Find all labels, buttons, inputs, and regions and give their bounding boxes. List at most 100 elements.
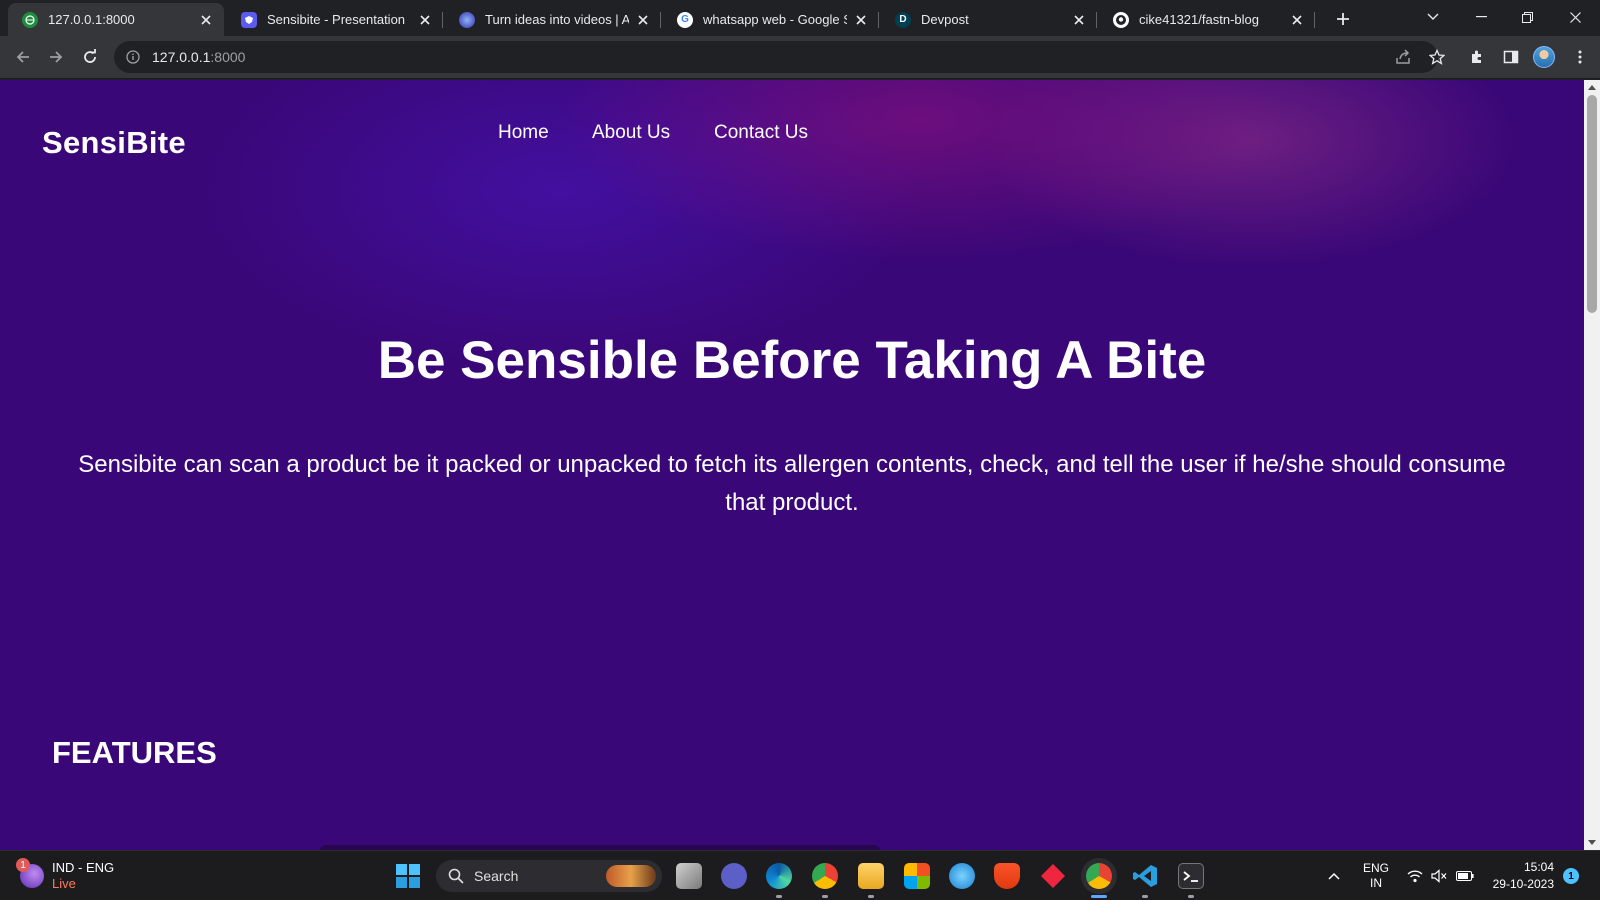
- tab-separator: [1096, 12, 1097, 28]
- browser-menu-button[interactable]: [1566, 43, 1594, 71]
- share-button[interactable]: [1389, 43, 1417, 71]
- profile-avatar[interactable]: [1533, 46, 1555, 68]
- side-panel-icon: [1503, 50, 1519, 64]
- volume-button[interactable]: [1428, 851, 1450, 900]
- devpost-icon: D: [895, 11, 911, 28]
- restore-button[interactable]: [1504, 0, 1550, 34]
- windows-icon: [396, 864, 420, 888]
- hero-description: Sensibite can scan a product be it packe…: [78, 451, 1506, 516]
- tab-title: Turn ideas into videos | AI: [485, 12, 629, 27]
- share-icon: [1396, 49, 1410, 64]
- system-clock[interactable]: 15:04 29-10-2023: [1484, 859, 1554, 893]
- close-icon[interactable]: [635, 12, 651, 28]
- widget-badge: 1: [16, 858, 30, 872]
- url-host: 127.0.0.1: [152, 49, 211, 65]
- search-label: Search: [474, 868, 519, 884]
- chevron-up-icon: [1328, 872, 1340, 880]
- vscode-icon: [1133, 865, 1157, 887]
- tab-separator: [878, 12, 879, 28]
- running-indicator: [1188, 895, 1194, 898]
- arrow-right-icon: [50, 51, 63, 63]
- language-code: ENG: [1362, 861, 1389, 875]
- url-port: :8000: [210, 49, 246, 65]
- store-icon[interactable]: [904, 863, 930, 889]
- page-scrollbar[interactable]: [1584, 80, 1600, 850]
- tab-separator: [660, 12, 661, 28]
- start-button[interactable]: [395, 863, 421, 889]
- wifi-button[interactable]: [1404, 851, 1426, 900]
- close-icon: [1569, 11, 1581, 23]
- sparkle-icon: [459, 11, 475, 28]
- clock-time: 15:04: [1523, 860, 1554, 874]
- search-icon: [448, 868, 464, 884]
- widget-status: Live: [52, 876, 76, 891]
- battery-button[interactable]: [1453, 851, 1477, 900]
- bookmark-button[interactable]: [1423, 43, 1451, 71]
- running-indicator: [822, 895, 828, 898]
- nav-home[interactable]: Home: [498, 122, 549, 144]
- new-tab-button[interactable]: [1330, 6, 1356, 32]
- reload-button[interactable]: [76, 43, 104, 71]
- tab-localhost[interactable]: 127.0.0.1:8000: [8, 3, 224, 36]
- tab-ai-videos[interactable]: Turn ideas into videos | AI: [445, 3, 661, 36]
- browser-toolbar: 127.0.0.1:8000: [0, 36, 1600, 79]
- running-indicator: [776, 895, 782, 898]
- puzzle-icon: [1472, 50, 1481, 63]
- widgets-button[interactable]: 1 IND - ENG Live: [16, 858, 115, 892]
- close-icon[interactable]: [1289, 12, 1305, 28]
- minimize-icon: [1475, 16, 1487, 18]
- tab-separator: [1314, 12, 1315, 28]
- minimize-button[interactable]: [1458, 0, 1504, 34]
- tab-title: 127.0.0.1:8000: [48, 12, 135, 27]
- vscode-app-icon[interactable]: [1132, 863, 1158, 889]
- brave-icon[interactable]: [994, 863, 1020, 889]
- tab-sensibite-presentation[interactable]: Sensibite - Presentation: [227, 3, 443, 36]
- battery-icon: [1456, 871, 1474, 881]
- scroll-down-arrow-icon[interactable]: [1588, 840, 1596, 845]
- star-icon: [1429, 49, 1445, 65]
- terminal-app-icon[interactable]: [1178, 863, 1204, 889]
- taskbar: 1 IND - ENG Live Search ENG IN 15:04 29-…: [0, 850, 1600, 900]
- help-icon[interactable]: [949, 863, 975, 889]
- chrome-icon[interactable]: [812, 863, 838, 889]
- tab-devpost[interactable]: D Devpost: [881, 3, 1097, 36]
- info-icon[interactable]: [126, 50, 140, 64]
- scrollbar-thumb[interactable]: [1587, 95, 1597, 313]
- chrome-active-icon[interactable]: [1086, 863, 1112, 889]
- restore-icon: [1521, 11, 1533, 23]
- chevron-down-icon: [1427, 13, 1439, 20]
- brand-logo[interactable]: SensiBite: [42, 125, 186, 161]
- notification-badge[interactable]: 1: [1563, 868, 1579, 884]
- nav-about-us[interactable]: About Us: [592, 122, 670, 144]
- close-icon[interactable]: [1071, 12, 1087, 28]
- close-icon[interactable]: [853, 12, 869, 28]
- task-view-icon[interactable]: [676, 863, 702, 889]
- window-close-button[interactable]: [1552, 0, 1598, 34]
- chat-icon[interactable]: [721, 863, 747, 889]
- scroll-up-arrow-icon[interactable]: [1588, 85, 1596, 90]
- volume-muted-icon: [1431, 869, 1447, 883]
- widget-title: IND - ENG: [52, 860, 115, 875]
- reload-icon: [84, 49, 96, 63]
- side-panel-button[interactable]: [1497, 43, 1525, 71]
- close-icon[interactable]: [417, 12, 433, 28]
- back-button[interactable]: [9, 43, 37, 71]
- nav-contact-us[interactable]: Contact Us: [714, 122, 808, 144]
- extensions-button[interactable]: [1463, 43, 1491, 71]
- tab-github[interactable]: cike41321/fastn-blog: [1099, 3, 1315, 36]
- file-explorer-icon[interactable]: [858, 863, 884, 889]
- search-highlight-image: [606, 865, 656, 887]
- tab-google-search[interactable]: G whatsapp web - Google Se: [663, 3, 879, 36]
- taskbar-search[interactable]: Search: [436, 860, 662, 892]
- tray-overflow-button[interactable]: [1322, 851, 1346, 900]
- close-icon[interactable]: [198, 12, 214, 28]
- github-icon: [1113, 11, 1129, 28]
- diamond-app-icon[interactable]: [1040, 863, 1066, 889]
- more-vert-icon: [1578, 50, 1582, 64]
- language-indicator[interactable]: ENG IN: [1356, 851, 1396, 900]
- edge-icon[interactable]: [766, 863, 792, 889]
- terminal-icon: [1183, 871, 1198, 882]
- forward-button[interactable]: [42, 43, 70, 71]
- tab-search-button[interactable]: [1410, 0, 1456, 34]
- address-bar[interactable]: 127.0.0.1:8000: [114, 41, 1438, 73]
